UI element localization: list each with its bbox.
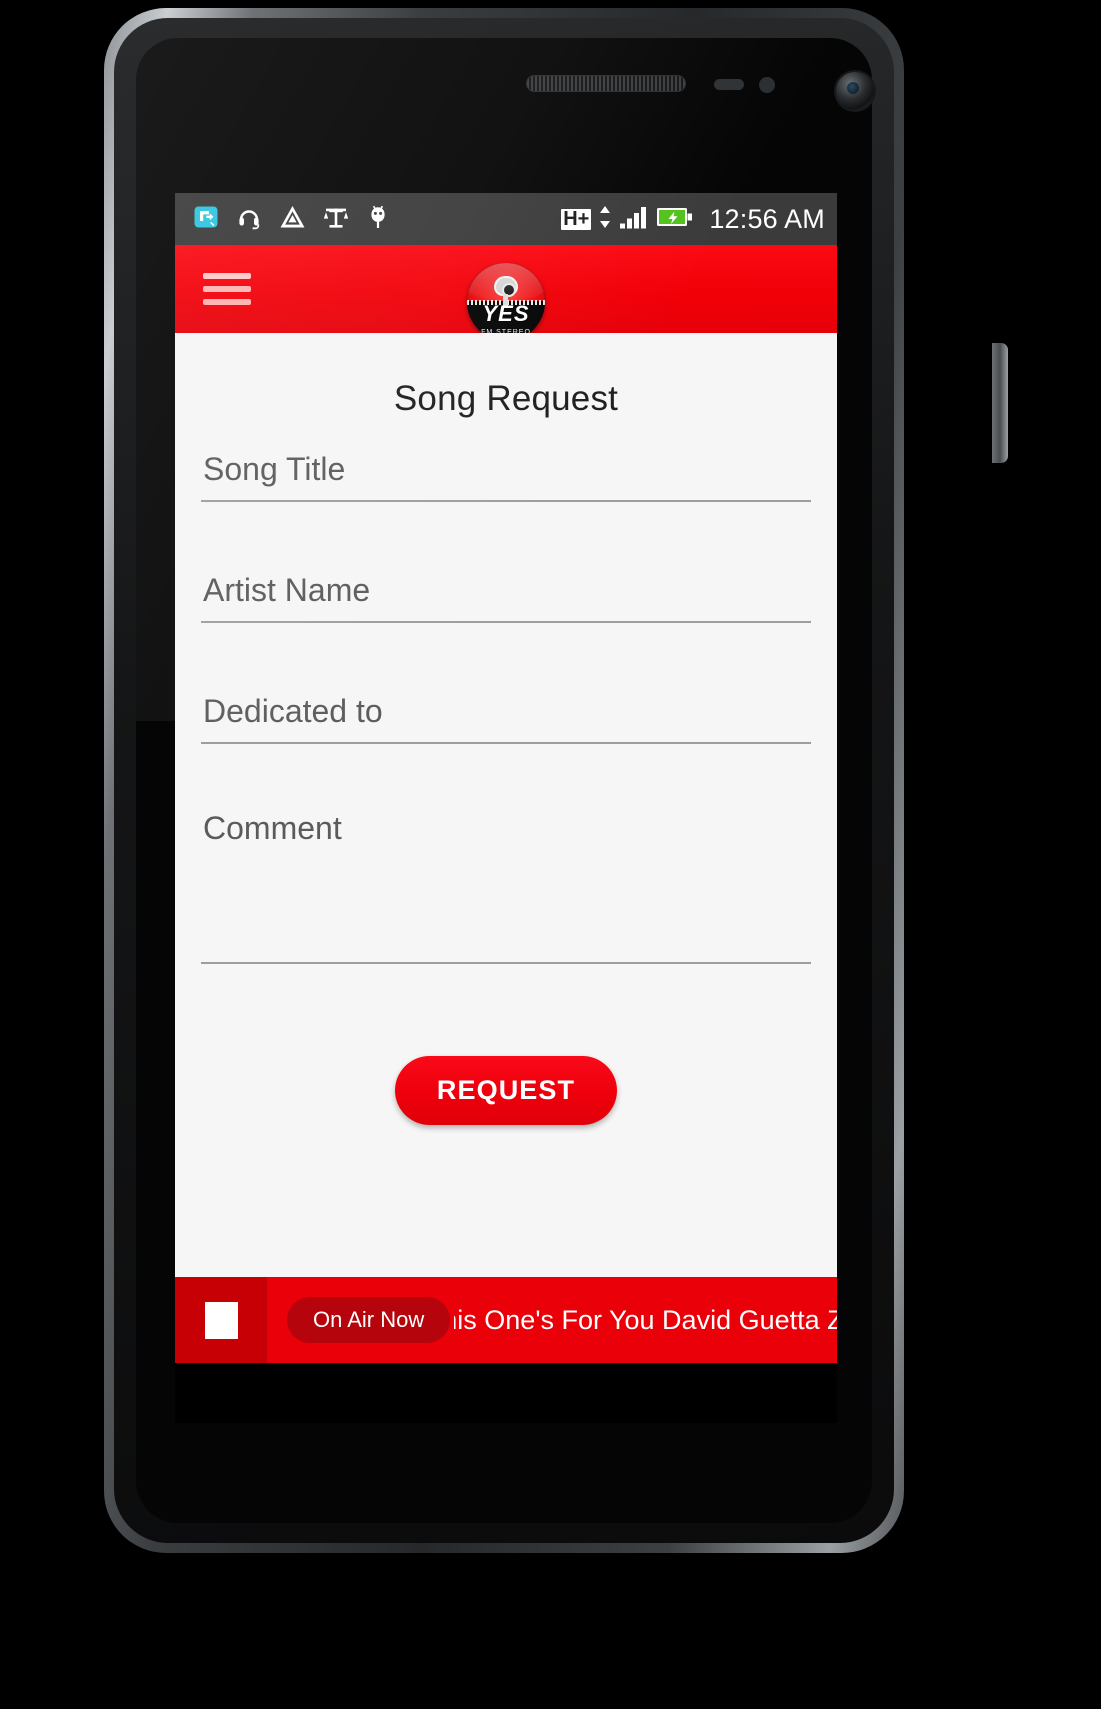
microphone-head xyxy=(494,276,518,298)
triangle-warning-icon xyxy=(279,204,306,235)
request-button[interactable]: REQUEST xyxy=(394,1056,618,1125)
data-transfer-arrows-icon xyxy=(598,204,612,235)
status-bar-clock: 12:56 AM xyxy=(709,203,825,234)
menu-bar-1 xyxy=(203,273,251,279)
dedicated-to-field[interactable] xyxy=(201,687,811,744)
dedicated-to-underline xyxy=(201,742,811,744)
power-button[interactable] xyxy=(992,343,1008,463)
song-title-field[interactable] xyxy=(201,445,811,502)
screen-cast-icon xyxy=(193,204,219,235)
navigation-strip xyxy=(175,1363,837,1423)
network-type-indicator: H+ xyxy=(561,207,592,230)
song-request-form: REQUEST xyxy=(175,445,837,1125)
main-content: Song Request REQUEST xyxy=(175,333,837,1277)
signal-bars-icon xyxy=(619,204,649,235)
status-bar-right-icons: H+ 12:56 AM xyxy=(561,204,825,235)
front-camera xyxy=(834,70,876,112)
app-bar: YES FM STEREO xyxy=(175,245,837,341)
logo-wordmark: YES xyxy=(482,301,530,326)
on-air-badge: On Air Now xyxy=(287,1297,451,1343)
page-title: Song Request xyxy=(393,379,619,418)
dedicated-to-input[interactable] xyxy=(201,687,811,742)
menu-bar-3 xyxy=(203,299,251,305)
comment-input[interactable] xyxy=(201,804,811,962)
now-playing-marquee: his One's For You David Guetta Zara Lars xyxy=(454,1305,837,1336)
earpiece-speaker xyxy=(526,75,686,92)
stop-square-icon xyxy=(204,1301,238,1339)
light-sensor xyxy=(759,77,775,93)
now-playing-text: his One's For You David Guetta Zara Lars xyxy=(454,1304,837,1335)
app-screen: H+ 12:56 AM YES Song Request Song Title … xyxy=(175,193,837,1363)
artist-name-field[interactable] xyxy=(201,566,811,623)
android-bug-icon xyxy=(366,204,390,235)
balance-scale-icon xyxy=(323,204,349,235)
field-spacer-2 xyxy=(201,623,811,687)
stop-button[interactable] xyxy=(175,1277,267,1363)
status-bar: H+ 12:56 AM xyxy=(175,193,837,245)
artist-name-input[interactable] xyxy=(201,566,811,621)
headset-icon xyxy=(236,204,262,235)
submit-row: REQUEST xyxy=(201,1056,811,1125)
station-logo[interactable]: YES FM STEREO xyxy=(467,263,545,341)
field-spacer-1 xyxy=(201,502,811,566)
field-spacer-3 xyxy=(201,744,811,804)
comment-field[interactable] xyxy=(201,804,811,964)
artist-name-underline xyxy=(201,621,811,623)
comment-underline xyxy=(201,962,811,964)
battery-charging-icon xyxy=(656,204,694,235)
proximity-sensor xyxy=(714,79,744,90)
song-title-input[interactable] xyxy=(201,445,811,500)
song-title-underline xyxy=(201,500,811,502)
menu-bar-2 xyxy=(203,286,251,292)
status-bar-left-icons xyxy=(193,204,390,235)
player-bar: On Air Now his One's For You David Guett… xyxy=(175,1277,837,1363)
hamburger-menu-icon[interactable] xyxy=(203,270,251,308)
